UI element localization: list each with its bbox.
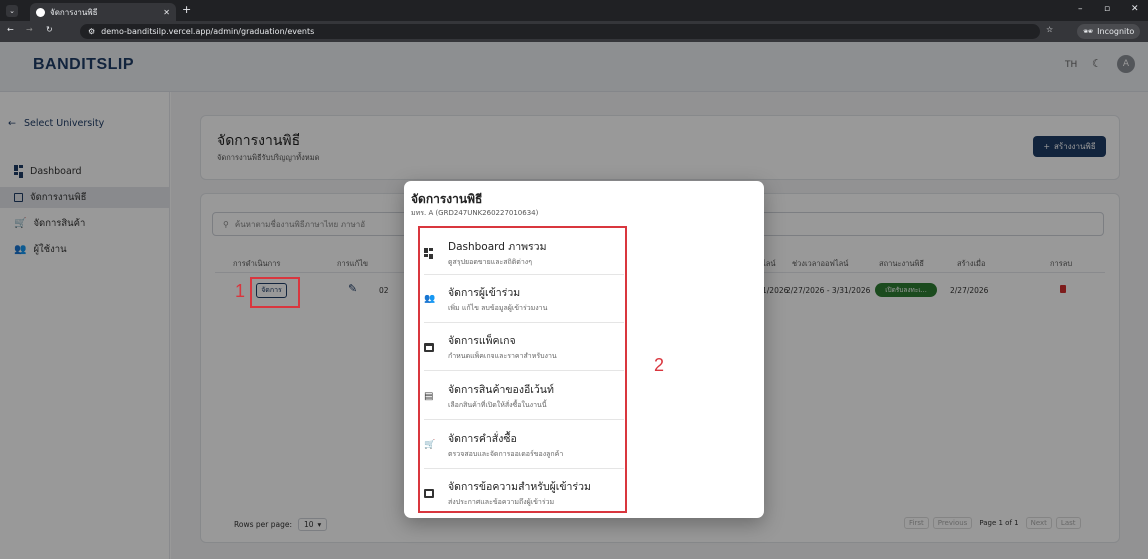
annotation-box-1 [250,277,300,308]
maximize-icon[interactable]: ▫ [1104,4,1110,14]
annotation-number-1: 1 [235,281,246,301]
modal-title: จัดการงานพิธี [411,192,483,206]
back-icon[interactable]: ← [7,25,14,34]
forward-icon[interactable]: → [26,25,33,34]
favicon-icon [36,7,45,17]
annotation-number-2: 2 [654,355,665,375]
browser-tab[interactable]: จัดการงานพิธี ✕ [30,3,176,21]
close-icon[interactable]: ✕ [163,8,170,17]
url-field[interactable]: ⚙ demo-banditsilp.vercel.app/admin/gradu… [80,24,1040,39]
incognito-label: Incognito [1097,27,1135,36]
new-tab-icon[interactable]: + [182,3,191,16]
incognito-badge[interactable]: 🕶 Incognito [1077,24,1141,39]
modal-subtitle: มทร. A (GRD247UNK260227010634) [411,209,539,217]
browser-tab-bar: ⌄ จัดการงานพิธี ✕ + – ▫ ✕ [0,0,1148,21]
url-text: demo-banditsilp.vercel.app/admin/graduat… [101,27,315,36]
minimize-icon[interactable]: – [1078,4,1083,14]
address-bar-row: ← → ↻ ⚙ demo-banditsilp.vercel.app/admin… [0,21,1148,42]
tab-search-button[interactable]: ⌄ [6,5,18,17]
bookmark-star-icon[interactable]: ☆ [1046,25,1053,34]
annotation-box-2 [418,226,627,513]
reload-icon[interactable]: ↻ [46,25,53,34]
tab-title: จัดการงานพิธี [50,7,98,17]
window-close-icon[interactable]: ✕ [1131,4,1139,14]
incognito-icon: 🕶 [1083,27,1094,36]
site-info-icon[interactable]: ⚙ [88,27,95,36]
